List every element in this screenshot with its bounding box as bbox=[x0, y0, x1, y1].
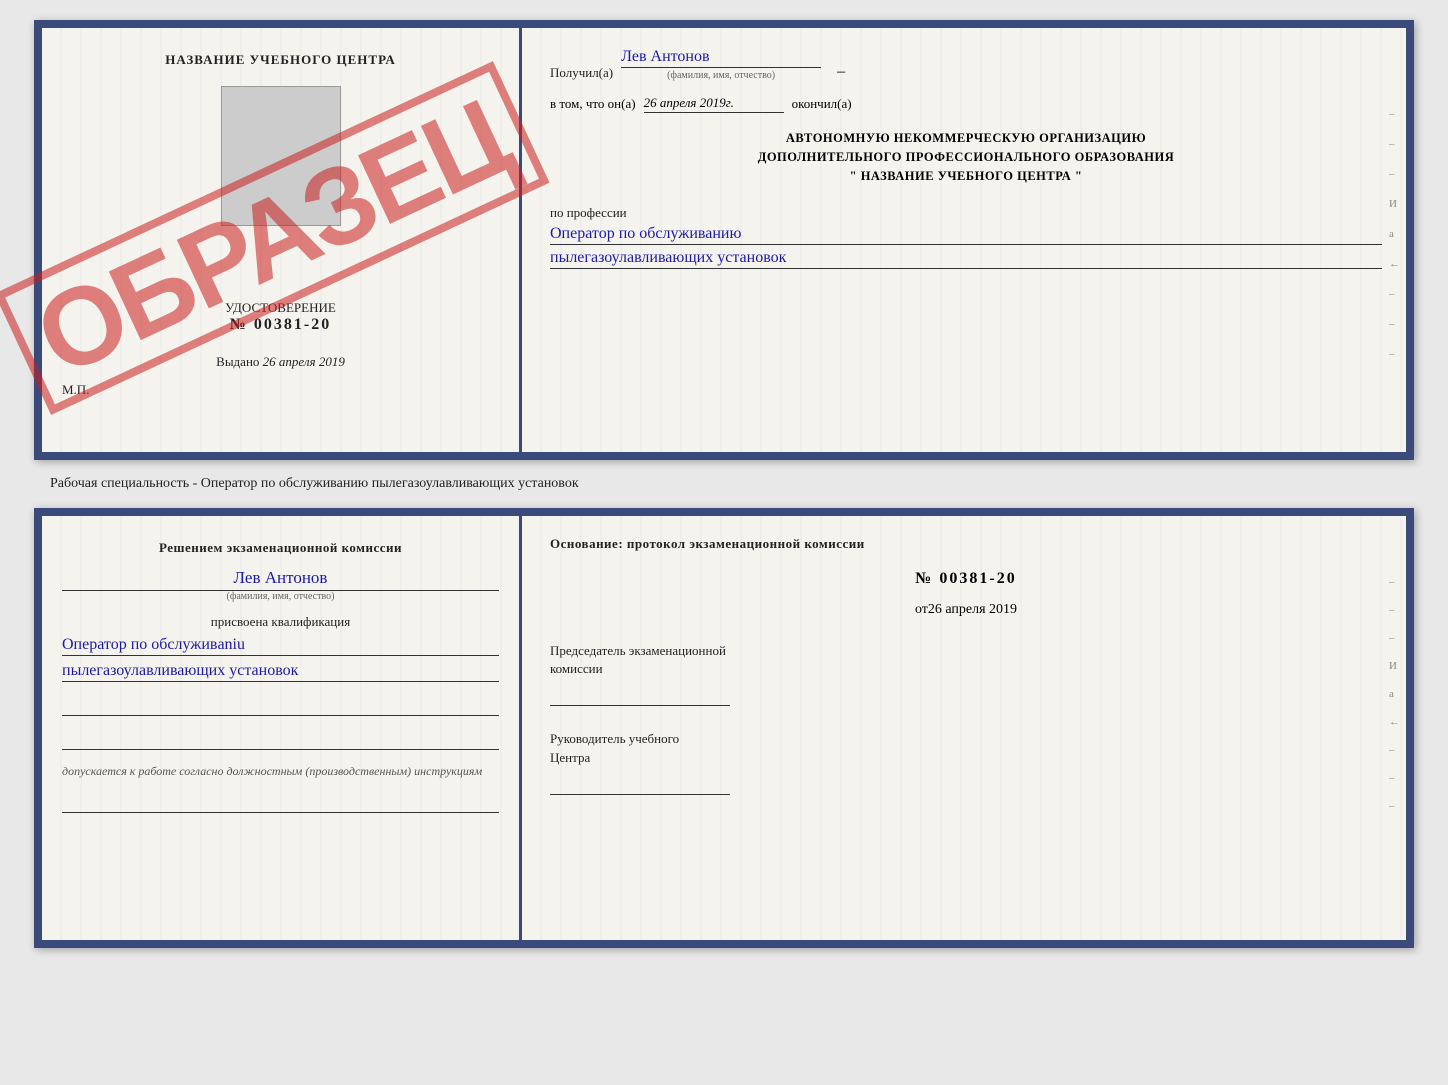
org-block: АВТОНОМНУЮ НЕКОММЕРЧЕСКУЮ ОРГАНИЗАЦИЮ ДО… bbox=[550, 129, 1382, 185]
chairman-sig-line bbox=[550, 682, 730, 706]
blank-line-2 bbox=[62, 730, 499, 750]
director-label: Руководитель учебного Центра bbox=[550, 730, 1382, 766]
cert-label: УДОСТОВЕРЕНИЕ bbox=[225, 300, 336, 316]
date-value: 26 апреля 2019г. bbox=[644, 95, 784, 113]
photo-placeholder bbox=[221, 86, 341, 226]
document-1: НАЗВАНИЕ УЧЕБНОГО ЦЕНТРА ОБРАЗЕЦ УДОСТОВ… bbox=[34, 20, 1414, 460]
mp-label: М.П. bbox=[62, 382, 89, 398]
chairman-label: Председатель экзаменационной комиссии bbox=[550, 642, 1382, 678]
commission-title: Решением экзаменационной комиссии bbox=[62, 540, 499, 556]
blank-line-1 bbox=[62, 696, 499, 716]
org-line3: " НАЗВАНИЕ УЧЕБНОГО ЦЕНТРА " bbox=[550, 167, 1382, 186]
director-block: Руководитель учебного Центра bbox=[550, 730, 1382, 794]
profession-label: по профессии Оператор по обслуживанию пы… bbox=[550, 195, 1382, 269]
chairman-block: Председатель экзаменационной комиссии bbox=[550, 642, 1382, 706]
qualification-label: присвоена квалификация bbox=[62, 614, 499, 630]
recipient-name: Лев Антонов bbox=[621, 48, 821, 68]
basis-label: Основание: протокол экзаменационной коми… bbox=[550, 536, 1382, 552]
qualification-line1: Оператор по обслуживaniu bbox=[62, 636, 499, 656]
doc1-left-panel: НАЗВАНИЕ УЧЕБНОГО ЦЕНТРА ОБРАЗЕЦ УДОСТОВ… bbox=[42, 28, 522, 452]
cert-number: № 00381-20 bbox=[225, 316, 336, 334]
qualification-line2: пылегазоулавливающих установок bbox=[62, 662, 499, 682]
director-sig-line bbox=[550, 771, 730, 795]
side-marks-doc1: – – – И а ← – – – bbox=[1389, 108, 1400, 360]
doc1-school-title: НАЗВАНИЕ УЧЕБНОГО ЦЕНТРА bbox=[165, 52, 396, 68]
commission-person-name: Лев Антонов bbox=[62, 568, 499, 591]
date-prefix: в том, что он(а) bbox=[550, 96, 636, 112]
middle-label: Рабочая специальность - Оператор по обсл… bbox=[50, 476, 579, 492]
recipient-prefix: Получил(а) bbox=[550, 65, 613, 81]
protocol-number: № 00381-20 bbox=[550, 570, 1382, 588]
profession-line2: пылегазоулавливающих установок bbox=[550, 249, 1382, 269]
org-line1: АВТОНОМНУЮ НЕКОММЕРЧЕСКУЮ ОРГАНИЗАЦИЮ bbox=[550, 129, 1382, 148]
fio-label-doc2: (фамилия, имя, отчество) bbox=[62, 591, 499, 602]
issued-line: Выдано 26 апреля 2019 bbox=[216, 354, 345, 370]
date-suffix: окончил(а) bbox=[792, 96, 852, 112]
cert-label-block: УДОСТОВЕРЕНИЕ № 00381-20 bbox=[225, 296, 336, 334]
document-2: Решением экзаменационной комиссии Лев Ан… bbox=[34, 508, 1414, 948]
fio-sublabel: (фамилия, имя, отчество) bbox=[621, 70, 821, 81]
recipient-line: Получил(а) Лев Антонов (фамилия, имя, от… bbox=[550, 48, 1382, 81]
commission-person-block: Лев Антонов (фамилия, имя, отчество) bbox=[62, 568, 499, 602]
profession-line1: Оператор по обслуживанию bbox=[550, 225, 1382, 245]
org-line2: ДОПОЛНИТЕЛЬНОГО ПРОФЕССИОНАЛЬНОГО ОБРАЗО… bbox=[550, 148, 1382, 167]
допуск-text: допускается к работе согласно должностны… bbox=[62, 764, 499, 779]
blank-line-3 bbox=[62, 793, 499, 813]
date-line: в том, что он(а) 26 апреля 2019г. окончи… bbox=[550, 95, 1382, 113]
protocol-date: от26 апреля 2019 bbox=[550, 602, 1382, 618]
side-marks-doc2: – – – И а ← – – – bbox=[1389, 576, 1400, 812]
doc2-right-panel: Основание: протокол экзаменационной коми… bbox=[522, 516, 1406, 940]
doc1-right-panel: Получил(а) Лев Антонов (фамилия, имя, от… bbox=[522, 28, 1406, 452]
doc2-left-panel: Решением экзаменационной комиссии Лев Ан… bbox=[42, 516, 522, 940]
